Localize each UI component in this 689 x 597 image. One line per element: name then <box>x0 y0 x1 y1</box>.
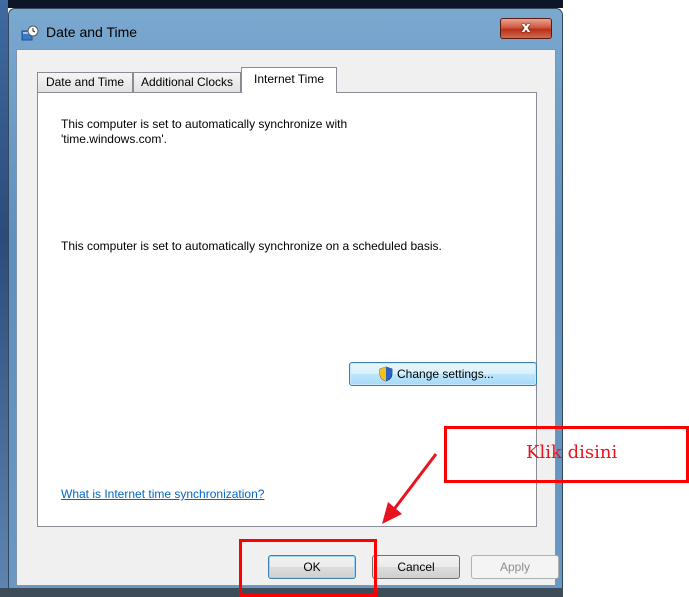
close-button[interactable]: x <box>500 18 552 39</box>
desktop-background <box>0 0 563 8</box>
uac-shield-icon <box>379 366 393 382</box>
tab-label: Internet Time <box>253 72 325 86</box>
schedule-text: This computer is set to automatically sy… <box>61 239 442 253</box>
apply-button[interactable]: Apply <box>471 555 559 579</box>
apply-label: Apply <box>499 560 531 574</box>
date-time-window: Date and Time x Date and Time Additional… <box>8 8 563 592</box>
tab-label: Additional Clocks <box>140 75 234 89</box>
tab-internet-time[interactable]: Internet Time <box>241 67 337 93</box>
sync-server-text: This computer is set to automatically sy… <box>61 117 348 131</box>
title-bar[interactable]: Date and Time x <box>9 9 562 49</box>
cancel-button[interactable]: Cancel <box>372 555 460 579</box>
change-settings-label: Change settings... <box>397 367 494 381</box>
highlight-box <box>239 539 377 597</box>
tab-label: Date and Time <box>45 75 125 89</box>
tab-additional-clocks[interactable]: Additional Clocks <box>133 72 241 92</box>
clock-icon <box>21 25 39 41</box>
internet-time-help-link[interactable]: What is Internet time synchronization? <box>61 487 264 501</box>
tab-date-and-time[interactable]: Date and Time <box>37 72 133 92</box>
cancel-label: Cancel <box>397 560 435 574</box>
window-edge <box>0 0 8 597</box>
callout-text: Klik disini <box>526 442 618 463</box>
arrow-icon <box>382 453 438 524</box>
window-title: Date and Time <box>46 24 138 40</box>
close-icon: x <box>521 20 531 36</box>
sync-server-name: 'time.windows.com'. <box>61 132 167 146</box>
change-settings-button[interactable]: Change settings... <box>349 362 537 386</box>
dialog-client-area: Date and Time Additional Clocks Internet… <box>16 49 559 586</box>
